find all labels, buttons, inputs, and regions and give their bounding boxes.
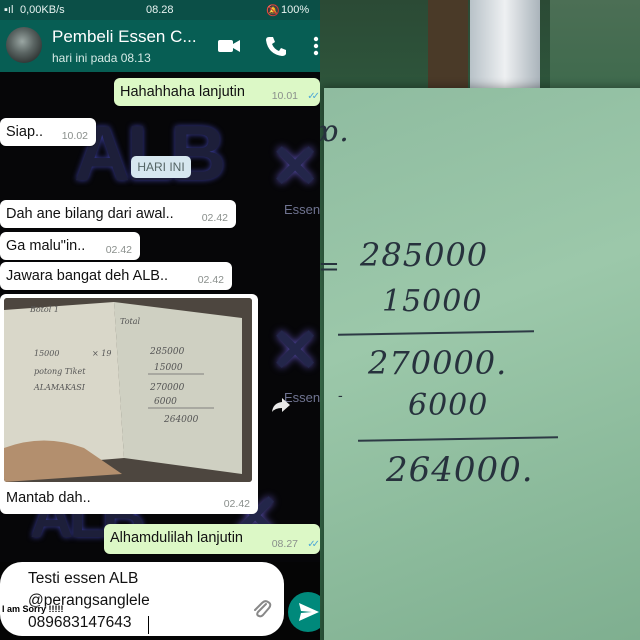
attach-icon[interactable]	[250, 598, 274, 622]
note-line: 285000	[360, 236, 489, 274]
message-outgoing[interactable]: Hahahhaha lanjutin 10.01 ✓✓	[114, 78, 320, 106]
essen-watermark: Essen	[284, 202, 320, 217]
message-outgoing[interactable]: Alhamdulilah lanjutin 08.27 ✓✓	[104, 524, 320, 554]
read-receipt-icon: ✓✓	[307, 91, 320, 102]
receipt-photo[interactable]: Botol 1 Total 15000 × 19 potong Tiket ALAM…	[4, 298, 252, 482]
send-icon	[299, 603, 319, 621]
x-logo-watermark: ✕	[270, 133, 320, 200]
input-line[interactable]: 089683147643	[28, 614, 131, 632]
door-frame	[428, 0, 468, 90]
alb-logo-watermark: ALB	[74, 109, 226, 197]
send-button[interactable]	[288, 592, 320, 632]
read-receipt-icon: ✓✓	[307, 539, 320, 550]
input-line[interactable]: Testi essen ALB	[28, 570, 138, 588]
overlay-caption: I am Sorry !!!!!	[2, 604, 64, 614]
chat-header: Pembeli Essen C... hari ini pada 08.13	[0, 20, 320, 72]
note-line: 270000.	[368, 344, 508, 382]
message-time: 02.42	[201, 212, 228, 224]
svg-text:Total: Total	[120, 317, 141, 326]
sum-line	[357, 436, 559, 442]
signal-icon: ▪ıl	[4, 4, 14, 16]
receipt-line: 264000	[163, 415, 199, 425]
handwriting-fragment: ɒ.	[320, 114, 350, 149]
message-input[interactable]: Testi essen ALB @perangsanglele 08968314…	[0, 562, 284, 636]
network-speed: 0,00KB/s	[20, 4, 65, 16]
message-text: Jawara bangat deh ALB..	[6, 268, 169, 284]
message-text: Alhamdulilah lanjutin	[110, 530, 243, 546]
sum-line	[337, 330, 535, 336]
more-icon[interactable]	[306, 34, 320, 58]
clock: 08.28	[146, 4, 174, 16]
image-caption: Mantab dah..	[6, 490, 91, 506]
handwriting-fragment: -	[338, 388, 344, 404]
message-time: 02.42	[197, 274, 224, 286]
wall	[550, 0, 640, 88]
note-line: 6000	[408, 388, 489, 423]
image-message[interactable]: Botol 1 Total 15000 × 19 potong Tiket ALAM…	[0, 294, 258, 514]
receipt-photo-drawing: Botol 1 Total 15000 × 19 potong Tiket ALAM…	[4, 298, 252, 482]
receipt-line: 15000	[154, 363, 183, 373]
paper-note: ɒ. = 285000 15000 270000. - 6000 264000.	[320, 88, 640, 640]
note-line: 15000	[382, 284, 483, 319]
last-seen: hari ini pada 08.13	[52, 51, 151, 65]
chat-wallpaper: ALB ✕ Essen ✕ Essen ALB ✕ Hahahhaha lanj…	[0, 72, 320, 562]
contact-name[interactable]: Pembeli Essen C...	[52, 27, 197, 47]
chat-screenshot: ▪ıl 0,00KB/s 08.28 🔕 100% Pembeli Essen …	[0, 0, 320, 640]
svg-text:ALAMAKASI: ALAMAKASI	[33, 383, 86, 392]
message-time: 02.42	[223, 498, 250, 510]
message-incoming[interactable]: Jawara bangat deh ALB.. 02.42	[0, 262, 232, 290]
receipt-line: 270000	[149, 383, 185, 393]
status-bar: ▪ıl 0,00KB/s 08.28 🔕 100%	[0, 0, 320, 20]
message-incoming[interactable]: Siap.. 10.02	[0, 118, 96, 146]
svg-text:potong Tiket: potong Tiket	[34, 367, 86, 376]
avatar[interactable]	[6, 27, 42, 63]
message-time: 10.01	[271, 90, 298, 102]
text-caret	[148, 616, 149, 634]
receipt-line: 6000	[154, 397, 177, 407]
svg-text:15000: 15000	[34, 349, 59, 358]
x-logo-watermark: ✕	[270, 317, 320, 384]
battery-level: 100%	[281, 4, 310, 16]
message-text: Ga malu"in..	[6, 238, 86, 254]
message-text: Dah ane bilang dari awal..	[6, 206, 174, 222]
note-line: 264000.	[386, 450, 534, 490]
svg-text:× 19: × 19	[92, 349, 111, 358]
mute-icon: 🔕	[266, 5, 280, 17]
date-chip: HARI INI	[131, 156, 191, 178]
receipt-line: 285000	[149, 347, 185, 357]
svg-text:Botol 1: Botol 1	[29, 305, 59, 314]
message-text: Hahahhaha lanjutin	[120, 84, 245, 100]
paper-photo: ɒ. = 285000 15000 270000. - 6000 264000.	[320, 0, 640, 640]
message-time: 08.27	[271, 538, 298, 550]
handwriting-fragment: =	[320, 252, 341, 282]
hanging-cloth	[470, 0, 540, 88]
message-text: Siap..	[6, 124, 44, 140]
message-incoming[interactable]: Dah ane bilang dari awal.. 02.42	[0, 200, 236, 228]
phone-icon[interactable]	[263, 34, 289, 58]
message-incoming[interactable]: Ga malu"in.. 02.42	[0, 232, 140, 260]
forward-icon[interactable]	[270, 396, 292, 414]
message-time: 02.42	[105, 244, 132, 256]
message-time: 10.02	[61, 130, 88, 142]
video-call-icon[interactable]	[216, 34, 242, 58]
